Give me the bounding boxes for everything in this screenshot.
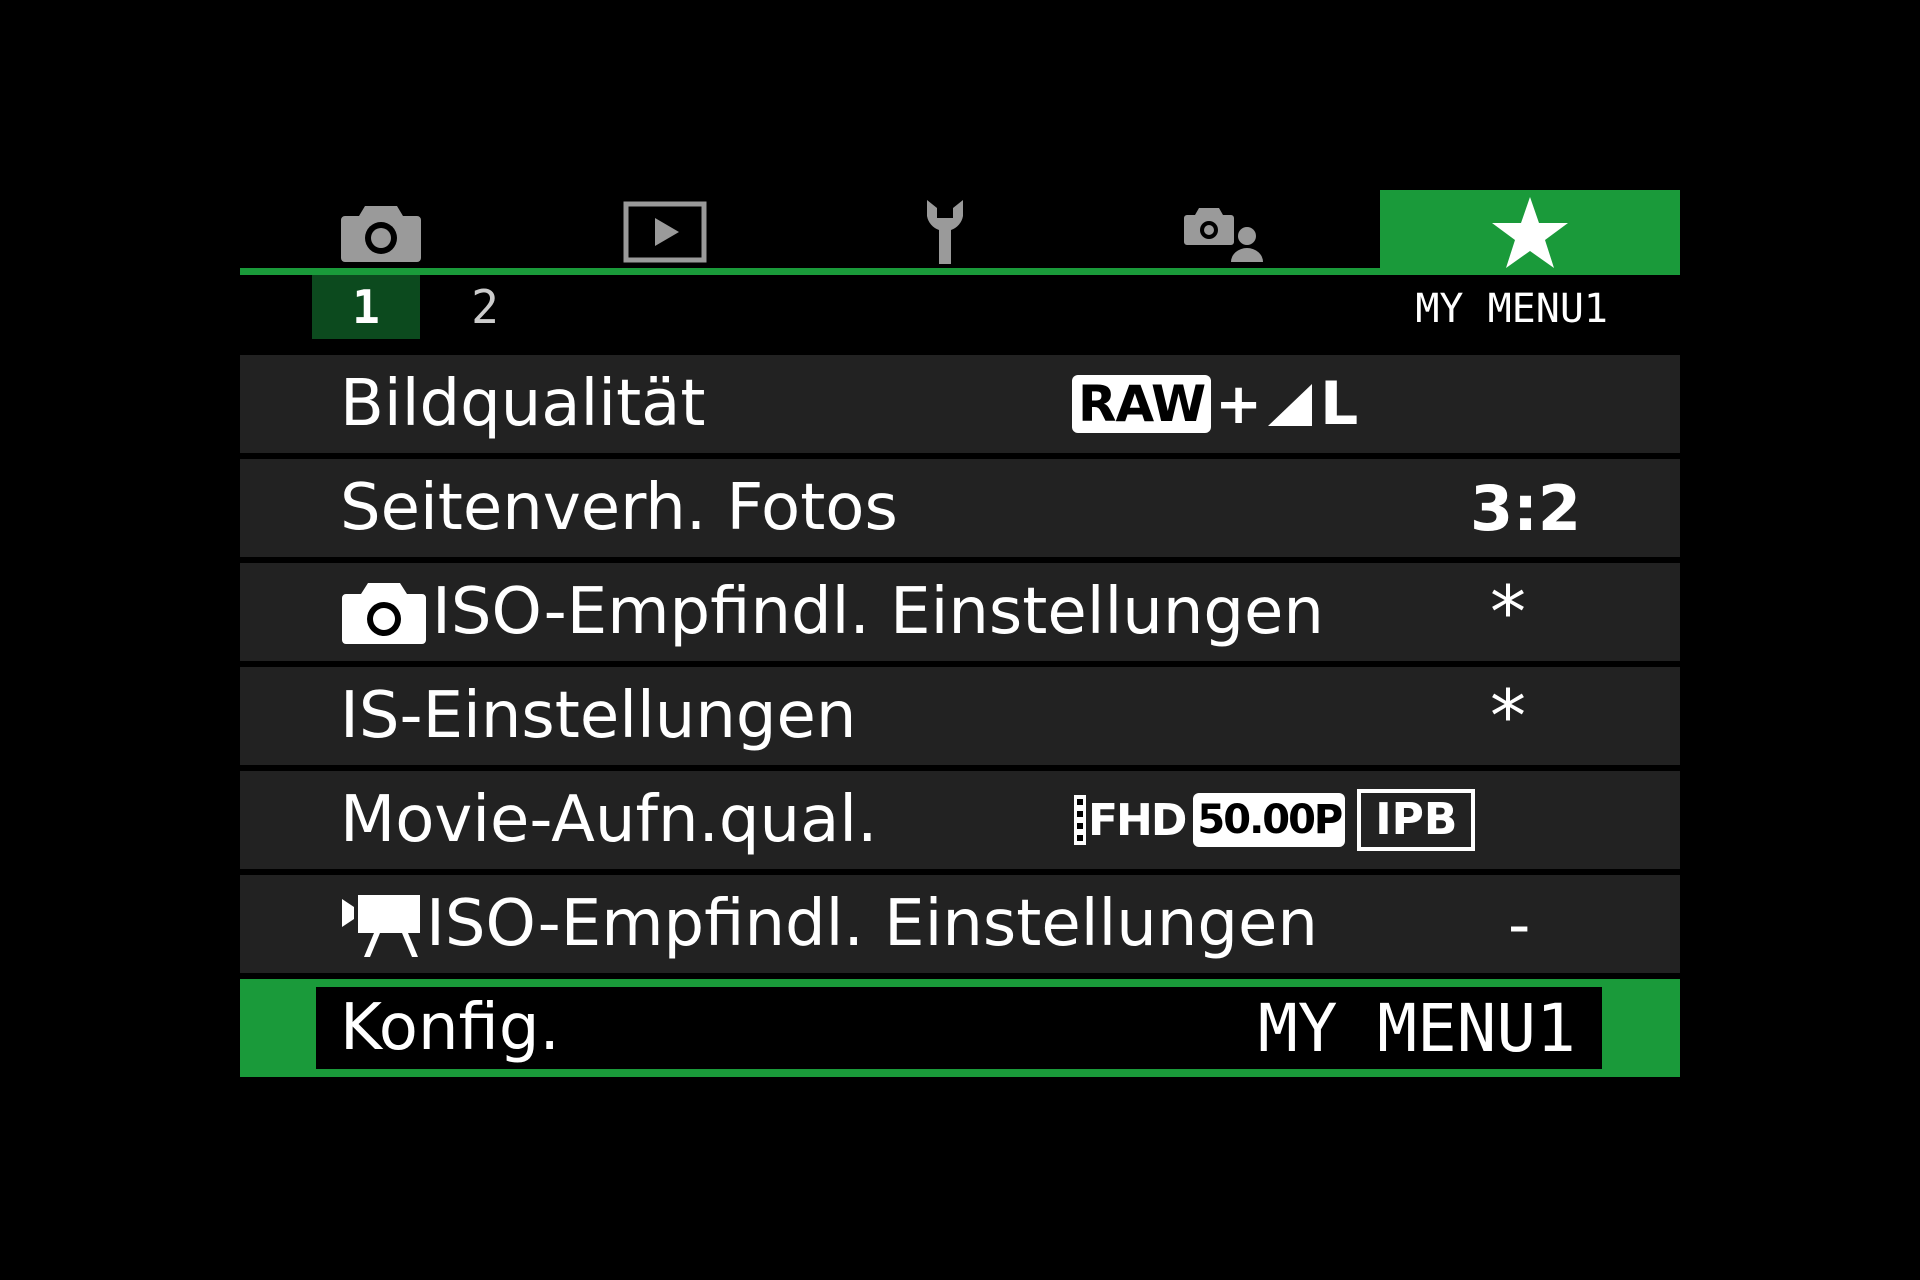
tab-underline (240, 268, 1680, 275)
is-settings-value: * (1490, 674, 1526, 758)
camera-icon (341, 206, 421, 262)
raw-badge: RAW (1072, 375, 1212, 433)
menu-item-label: ISO-Empfindl. Einstellungen (340, 875, 1318, 973)
menu-item-label: Konfig. (340, 991, 560, 1065)
film-icon (1074, 795, 1086, 845)
menu-name: MY MENU1 (1415, 286, 1608, 332)
menu-item-label: ISO-Empfindl. Einstellungen (340, 563, 1324, 661)
wrench-icon (927, 200, 963, 264)
menu-item-image-quality[interactable]: Bildqualität RAW + L (240, 355, 1680, 453)
configure-value: MY MENU1 (1258, 989, 1576, 1067)
page-tab-1[interactable]: 1 (312, 275, 420, 339)
aspect-ratio-value: 3:2 (1470, 471, 1582, 545)
photo-iso-value: * (1490, 570, 1526, 654)
menu-item-aspect-ratio[interactable]: Seitenverh. Fotos 3:2 (240, 459, 1680, 557)
menu-item-label-text: ISO-Empfindl. Einstellungen (426, 887, 1318, 961)
menu-item-label-text: ISO-Empfindl. Einstellungen (432, 575, 1324, 649)
camera-menu-screen: 1 2 MY MENU1 Bildqualität RAW + L Seiten… (240, 190, 1680, 1080)
custom-functions-icon (1184, 208, 1263, 262)
page-tab-2[interactable]: 2 (440, 275, 530, 339)
menu-item-label: IS-Einstellungen (340, 679, 857, 753)
menu-item-configure[interactable]: Konfig. MY MENU1 (240, 979, 1680, 1077)
menu-item-movie-iso[interactable]: ISO-Empfindl. Einstellungen - (240, 875, 1680, 973)
tab-custom-functions[interactable] (1135, 190, 1315, 274)
menu-item-photo-iso[interactable]: ISO-Empfindl. Einstellungen * (240, 563, 1680, 661)
movie-iso-value: - (1508, 887, 1531, 961)
fine-quality-icon (1268, 384, 1313, 426)
menu-item-label: Bildqualität (340, 367, 706, 441)
tab-shooting[interactable] (296, 190, 466, 274)
plus-sign: + (1215, 371, 1263, 437)
menu-item-movie-quality[interactable]: Movie-Aufn.qual. FHD 50.00P IPB (240, 771, 1680, 869)
tab-playback[interactable] (580, 190, 750, 274)
movie-camera-icon (342, 895, 420, 957)
photo-camera-icon (342, 583, 426, 644)
tab-my-menu[interactable] (1380, 190, 1680, 275)
page-tab-row: 1 2 MY MENU1 (240, 275, 1680, 345)
playback-icon (623, 201, 707, 263)
size-label: L (1320, 369, 1359, 439)
tab-setup[interactable] (860, 190, 1030, 274)
menu-item-is-settings[interactable]: IS-Einstellungen * (240, 667, 1680, 765)
resolution-label: FHD (1088, 794, 1187, 846)
main-tab-bar (240, 190, 1680, 275)
movie-quality-value: FHD 50.00P IPB (1074, 771, 1476, 869)
compression-badge: IPB (1357, 789, 1476, 851)
star-icon (1492, 196, 1568, 268)
menu-item-label: Movie-Aufn.qual. (340, 783, 878, 857)
menu-item-label: Seitenverh. Fotos (340, 471, 898, 545)
image-quality-value: RAW + L (1072, 355, 1358, 453)
frame-rate-badge: 50.00P (1193, 793, 1346, 847)
